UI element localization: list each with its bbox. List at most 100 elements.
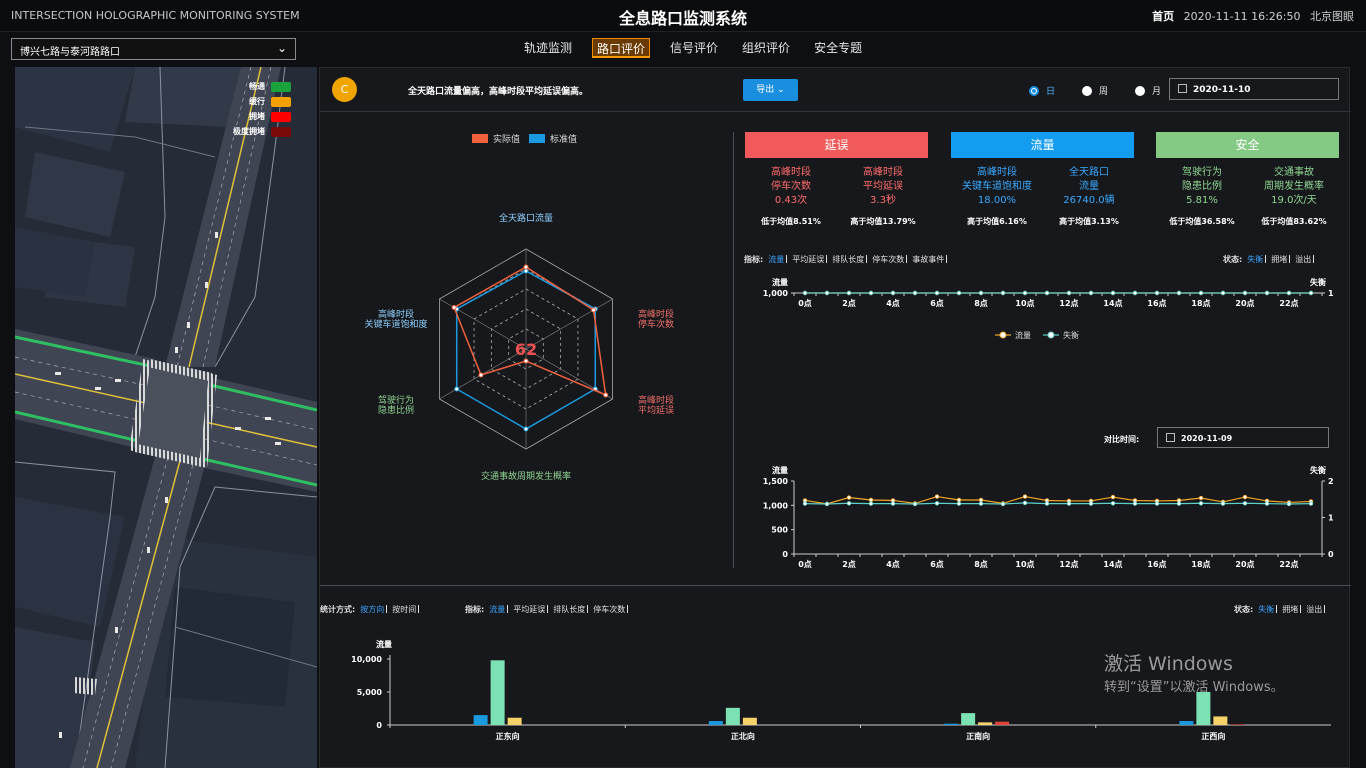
series-point: [846, 290, 852, 296]
series-point: [1110, 290, 1116, 296]
series-point: [1242, 501, 1248, 506]
filter-option[interactable]: 溢出: [1306, 605, 1322, 614]
series-point: [1044, 290, 1050, 296]
bar: [507, 717, 522, 725]
intersection-select[interactable]: 博兴七路与泰河路路口 ⌄: [11, 38, 296, 60]
compare-date-picker[interactable]: 2020-11-09: [1157, 427, 1329, 448]
kpi-metric-line1: 高峰时段: [863, 167, 903, 178]
kpi-metric: 驾驶行为 隐患比例 5.81%: [1156, 166, 1248, 208]
legend-label: 拥堵: [249, 112, 265, 121]
tab-1[interactable]: 路口评价: [592, 38, 651, 58]
bar: [473, 715, 488, 725]
kpi-comparison: 低于均值83.62%: [1261, 217, 1327, 226]
bar: [1213, 716, 1228, 725]
x-tick-label: 12点: [1059, 298, 1078, 308]
series-point: [956, 501, 962, 506]
period-radio[interactable]: 月: [1135, 84, 1161, 97]
series-point: [956, 497, 962, 503]
filter-option[interactable]: 拥堵: [1271, 255, 1287, 264]
legend-swatch: [472, 134, 488, 143]
radar-axis: [525, 298, 613, 350]
period-radio[interactable]: 日: [1029, 84, 1055, 97]
x-tick-label: 10点: [1015, 559, 1034, 569]
radar-axis-label: 关键车道饱和度: [364, 318, 427, 330]
series-point: [934, 290, 940, 296]
tab-4[interactable]: 安全专题: [810, 38, 866, 58]
kpi-metric: 高峰时段 平均延误 3.3秒: [837, 166, 929, 208]
filter-option[interactable]: 失衡: [1258, 605, 1274, 614]
horizontal-divider: [320, 585, 1351, 586]
x-tick-label: 4点: [886, 298, 900, 308]
series-point: [1286, 290, 1292, 296]
series-point: [1066, 290, 1072, 296]
intersection-map[interactable]: 畅通 缓行 拥堵 极度拥堵: [15, 67, 317, 768]
filter-label: 指标:: [465, 605, 485, 614]
traffic-legend: 畅通 缓行 拥堵 极度拥堵: [233, 79, 291, 139]
series-point: [868, 290, 874, 296]
period-radio[interactable]: 周: [1082, 84, 1108, 97]
radar-axis-label: 隐患比例: [378, 404, 414, 416]
kpi-metric-line2: 停车次数: [771, 181, 811, 192]
legend-item: 拥堵: [233, 109, 291, 124]
y-tick-label: 1,500: [763, 477, 789, 486]
filter-option[interactable]: 拥堵: [1282, 605, 1298, 614]
legend-marker: [999, 331, 1007, 339]
radar-axis-label: 驾驶行为: [378, 394, 414, 406]
period-label: 周: [1099, 87, 1109, 97]
legend-swatch: [529, 134, 545, 143]
x-tick-label: 正西向: [1201, 731, 1225, 741]
line-chart-compare: 流量 失衡 0点 2点 4点 6点 8点 10点 12点 14点 16点 18点 20点 22点 0 500 1…: [763, 465, 1334, 569]
series-point: [1132, 290, 1138, 296]
chevron-down-icon: ⌄: [276, 41, 287, 55]
legend-label: 极度拥堵: [233, 127, 265, 136]
series-point: [978, 497, 984, 503]
bar: [725, 707, 740, 725]
filter-option[interactable]: 平均延误: [513, 605, 545, 614]
kpi-header: 流量: [951, 132, 1134, 158]
series-point: [1000, 290, 1006, 296]
x-tick-label: 12点: [1059, 559, 1078, 569]
filter-option[interactable]: 平均延误: [792, 255, 824, 264]
tab-2[interactable]: 信号评价: [666, 38, 722, 58]
calendar-icon: [1166, 433, 1175, 442]
filter-option[interactable]: 按方向: [360, 605, 384, 614]
series-point: [1176, 501, 1182, 506]
date-picker[interactable]: 2020-11-10: [1169, 78, 1339, 100]
period-label: 日: [1046, 87, 1056, 97]
bottom-metric-filter: 指标: 流量 平均延误 排队长度 停车次数: [465, 604, 629, 615]
series-point: [1132, 501, 1138, 506]
period-radio-group: 日周月: [1029, 84, 1188, 97]
filter-option[interactable]: 按时间: [392, 605, 416, 614]
state-filter: 状态: 失衡 拥堵 溢出: [1223, 254, 1315, 265]
kpi-metric-line1: 高峰时段: [977, 167, 1017, 178]
filter-option[interactable]: 排队长度: [553, 605, 585, 614]
radar-legend-label: 标准值: [550, 133, 577, 145]
series-point: [1242, 290, 1248, 296]
filter-option[interactable]: 停车次数: [593, 605, 625, 614]
filter-option[interactable]: 流量: [489, 605, 505, 614]
kpi-comparison: 低于均值8.51%: [761, 217, 821, 226]
tab-3[interactable]: 组织评价: [738, 38, 794, 58]
series-point: [1022, 290, 1028, 296]
x-tick-label: 正南向: [966, 731, 990, 741]
filter-separator: [906, 255, 908, 263]
x-tick-label: 2点: [842, 298, 856, 308]
series-point: [824, 501, 830, 507]
filter-option[interactable]: 排队长度: [832, 255, 864, 264]
series-point: [1154, 290, 1160, 296]
filter-option[interactable]: 失衡: [1247, 255, 1263, 264]
home-link[interactable]: 首页: [1152, 10, 1174, 23]
kpi-comparison: 高于均值6.16%: [967, 217, 1027, 226]
series-point: [868, 501, 874, 506]
filter-option[interactable]: 事故事件: [912, 255, 944, 264]
x-tick-label: 16点: [1147, 298, 1166, 308]
series-point: [1220, 290, 1226, 296]
kpi-header: 延误: [745, 132, 928, 158]
filter-option[interactable]: 溢出: [1295, 255, 1311, 264]
series-line: [804, 495, 1312, 505]
series-point: [1110, 494, 1116, 500]
export-button[interactable]: 导出 ⌄: [743, 79, 798, 101]
filter-option[interactable]: 流量: [768, 255, 784, 264]
filter-option[interactable]: 停车次数: [872, 255, 904, 264]
tab-0[interactable]: 轨迹监测: [520, 38, 576, 58]
